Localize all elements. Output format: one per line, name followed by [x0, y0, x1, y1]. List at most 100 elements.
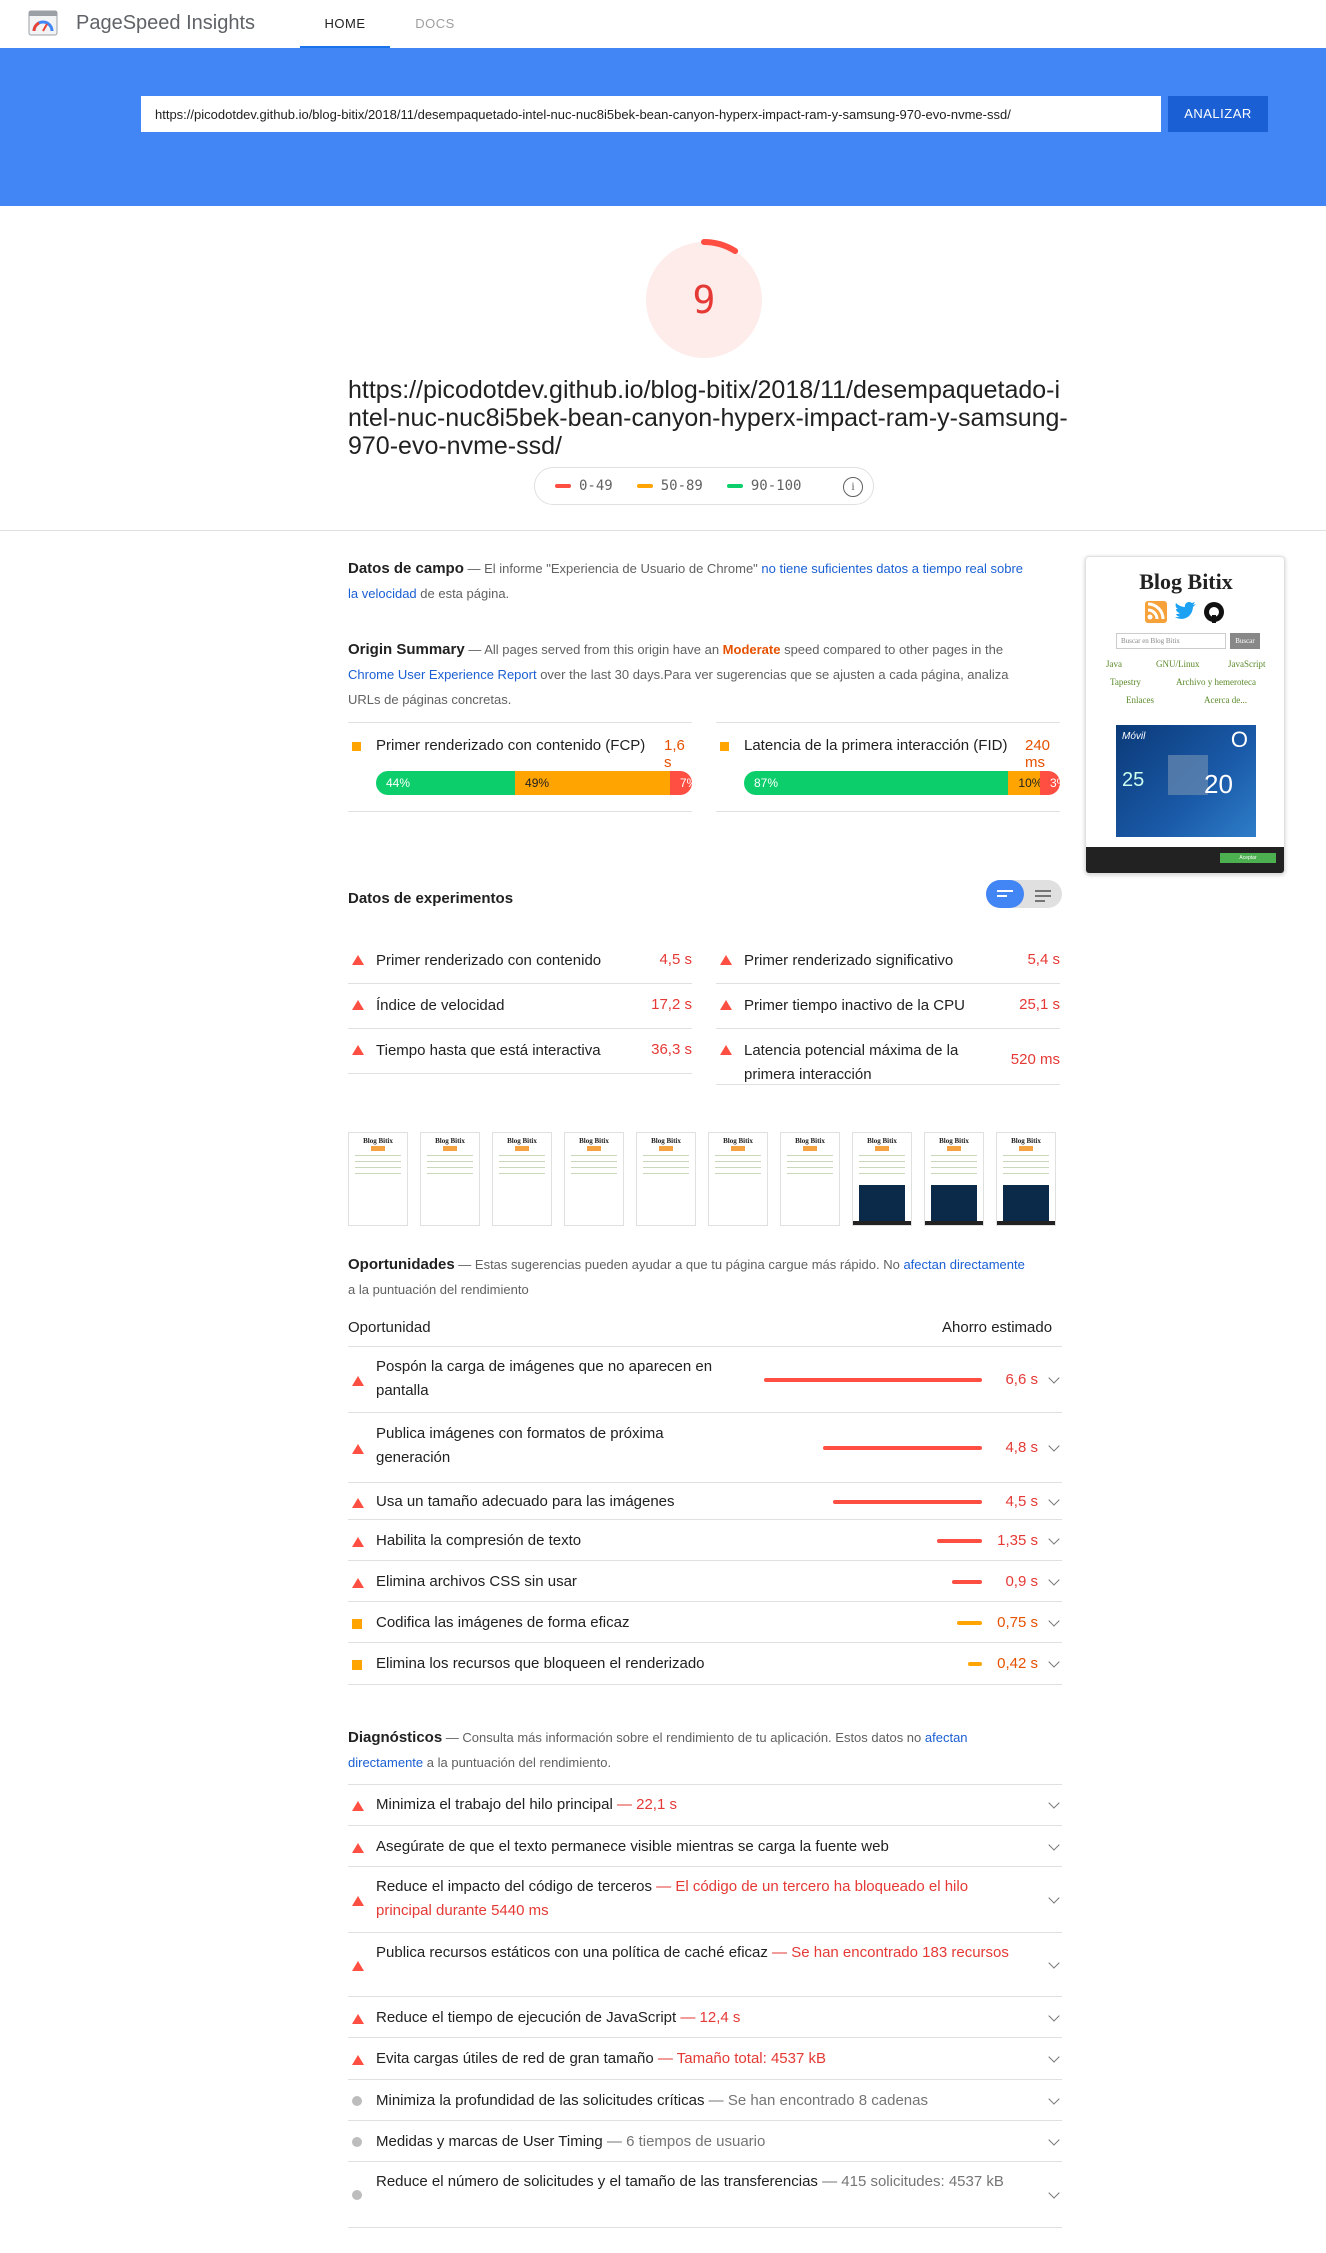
info-icon[interactable]: i — [843, 477, 863, 497]
opportunity-row[interactable]: Habilita la compresión de texto 1,35 s — [348, 1520, 1062, 1561]
fail-triangle-icon — [352, 1444, 364, 1454]
chevron-down-icon — [1048, 1656, 1060, 1668]
diagnostic-row[interactable]: Minimiza el trabajo del hilo principal —… — [348, 1784, 1062, 1826]
chevron-down-icon — [1048, 1614, 1060, 1627]
filmstrip-frame: Blog Bitix — [924, 1132, 984, 1226]
thumb-search-input: Buscar en Blog Bitix — [1116, 633, 1226, 649]
diagnostic-row[interactable]: Asegúrate de que el texto permanece visi… — [348, 1826, 1062, 1867]
expanded-view-icon — [1035, 890, 1051, 905]
fcp-average-segment: 49% — [515, 771, 670, 795]
chevron-down-icon — [1048, 1892, 1060, 1904]
metric-tti: Tiempo hasta que está interactiva 36,3 s — [348, 1029, 692, 1074]
fid-label: Latencia de la primera interacción (FID) — [744, 737, 1008, 754]
twitter-icon — [1175, 601, 1196, 619]
field-data-title: Datos de campo — [348, 560, 464, 577]
filmstrip-frame: Blog Bitix — [492, 1132, 552, 1226]
average-square-icon — [352, 1618, 362, 1629]
metric-speed-index: Índice de velocidad 17,2 s — [348, 984, 692, 1029]
chevron-down-icon — [1048, 2133, 1060, 2146]
diagnostic-row[interactable]: Evita cargas útiles de red de gran tamañ… — [348, 2038, 1062, 2080]
filmstrip-frame: Blog Bitix — [996, 1132, 1056, 1226]
thumb-search-button: Buscar — [1230, 633, 1260, 649]
divider — [0, 530, 1326, 531]
fid-field-card: Latencia de la primera interacción (FID)… — [716, 722, 1060, 812]
origin-speed-badge: Moderate — [722, 642, 781, 657]
opportunity-row[interactable]: Publica imágenes con formatos de próxima… — [348, 1413, 1062, 1483]
chevron-down-icon — [1048, 1371, 1060, 1384]
opportunities-section: Oportunidades — Estas sugerencias pueden… — [348, 1256, 1025, 1297]
chevron-down-icon — [1048, 2092, 1060, 2105]
filmstrip-frame: Blog Bitix — [852, 1132, 912, 1226]
filmstrip-frame: Blog Bitix — [636, 1132, 696, 1226]
thumb-ad-banner: Móvil O 25 20 — [1116, 725, 1256, 837]
info-circle-icon — [352, 2190, 362, 2200]
opportunity-row[interactable]: Codifica las imágenes de forma eficaz 0,7… — [348, 1602, 1062, 1643]
legend-item-average: 50-89 — [636, 478, 703, 494]
pagespeed-logo-icon — [28, 10, 58, 36]
filmstrip-frame: Blog Bitix — [564, 1132, 624, 1226]
col-opportunity: Oportunidad — [348, 1319, 431, 1336]
chevron-down-icon — [1048, 1493, 1060, 1506]
field-data-section: Datos de campo — El informe "Experiencia… — [348, 560, 1024, 601]
origin-summary-section: Origin Summary — All pages served from t… — [348, 641, 1009, 707]
fcp-label: Primer renderizado con contenido (FCP) — [376, 737, 646, 754]
opportunities-link[interactable]: afectan directamente — [903, 1257, 1024, 1272]
diagnostic-row[interactable]: Reduce el impacto del código de terceros… — [348, 1867, 1062, 1933]
fail-triangle-icon — [720, 1000, 732, 1010]
origin-summary-title: Origin Summary — [348, 641, 465, 658]
fail-triangle-icon — [352, 1000, 364, 1010]
diagnostic-row[interactable]: Reduce el tiempo de ejecución de JavaScr… — [348, 1997, 1062, 2038]
rss-icon — [1145, 601, 1167, 623]
diagnostic-row[interactable]: Publica recursos estáticos con una polít… — [348, 1933, 1062, 1997]
crux-link[interactable]: Chrome User Experience Report — [348, 667, 537, 682]
average-square-icon — [720, 742, 729, 751]
fail-triangle-icon — [352, 1536, 364, 1547]
analyze-button[interactable]: ANALIZAR — [1168, 96, 1268, 132]
tab-docs[interactable]: DOCS — [400, 0, 470, 48]
chevron-down-icon — [1048, 1440, 1060, 1452]
fail-triangle-icon — [352, 1375, 364, 1386]
fail-triangle-icon — [352, 1801, 364, 1811]
fail-triangle-icon — [352, 1577, 364, 1588]
diagnostic-row[interactable]: Minimiza la profundidad de las solicitud… — [348, 2080, 1062, 2121]
opportunities-title: Oportunidades — [348, 1256, 455, 1273]
fcp-slow-segment: 7% — [669, 771, 692, 795]
fail-triangle-icon — [352, 1896, 364, 1906]
diagnostics-title: Diagnósticos — [348, 1729, 443, 1746]
opportunity-row[interactable]: Elimina los recursos que bloqueen el ren… — [348, 1643, 1062, 1685]
filmstrip-frame: Blog Bitix — [420, 1132, 480, 1226]
fid-fast-segment: 87% — [744, 771, 1009, 795]
diagnostic-row[interactable]: Medidas y marcas de User Timing — 6 tiem… — [348, 2121, 1062, 2162]
fail-triangle-icon — [352, 2055, 364, 2065]
diagnostic-row[interactable]: Reduce el número de solicitudes y el tam… — [348, 2162, 1062, 2228]
analyzed-url: https://picodotdev.github.io/blog-bitix/… — [348, 376, 1068, 460]
score-value: 9 — [692, 278, 716, 322]
metrics-view-toggle[interactable] — [986, 880, 1062, 908]
legend-item-poor: 0-49 — [555, 478, 613, 494]
opportunity-row[interactable]: Pospón la carga de imágenes que no apare… — [348, 1346, 1062, 1413]
fail-triangle-icon — [352, 955, 364, 965]
compact-view-icon — [997, 890, 1013, 900]
chevron-down-icon — [1048, 2051, 1060, 2063]
chevron-down-icon — [1048, 1797, 1060, 1809]
metric-fcp: Primer renderizado con contenido 4,5 s — [348, 939, 692, 984]
tab-home[interactable]: HOME — [300, 0, 390, 48]
average-square-icon — [352, 742, 361, 751]
fail-triangle-icon — [352, 1045, 364, 1055]
fcp-distribution-bar: 44% 49% 7% — [376, 771, 692, 795]
opportunity-row[interactable]: Elimina archivos CSS sin usar 0,9 s — [348, 1561, 1062, 1602]
average-square-icon — [352, 1660, 362, 1670]
col-savings: Ahorro estimado — [942, 1319, 1053, 1336]
url-input[interactable] — [141, 96, 1161, 132]
opportunity-row[interactable]: Usa un tamaño adecuado para las imágenes… — [348, 1483, 1062, 1520]
info-circle-icon — [352, 2095, 362, 2106]
chevron-down-icon — [1048, 2187, 1060, 2199]
diagnostics-section: Diagnósticos — Consulta más información … — [348, 1729, 968, 1770]
metric-fmp: Primer renderizado significativo 5,4 s — [716, 939, 1060, 984]
fcp-value: 1,6 s — [664, 737, 685, 771]
search-header: ANALIZAR — [0, 48, 1326, 206]
score-legend: 0-49 50-89 90-100 i — [534, 467, 874, 505]
chevron-down-icon — [1048, 1532, 1060, 1545]
thumb-title: Blog Bitix — [1139, 569, 1233, 594]
brand-name: PageSpeed Insights — [76, 12, 256, 34]
